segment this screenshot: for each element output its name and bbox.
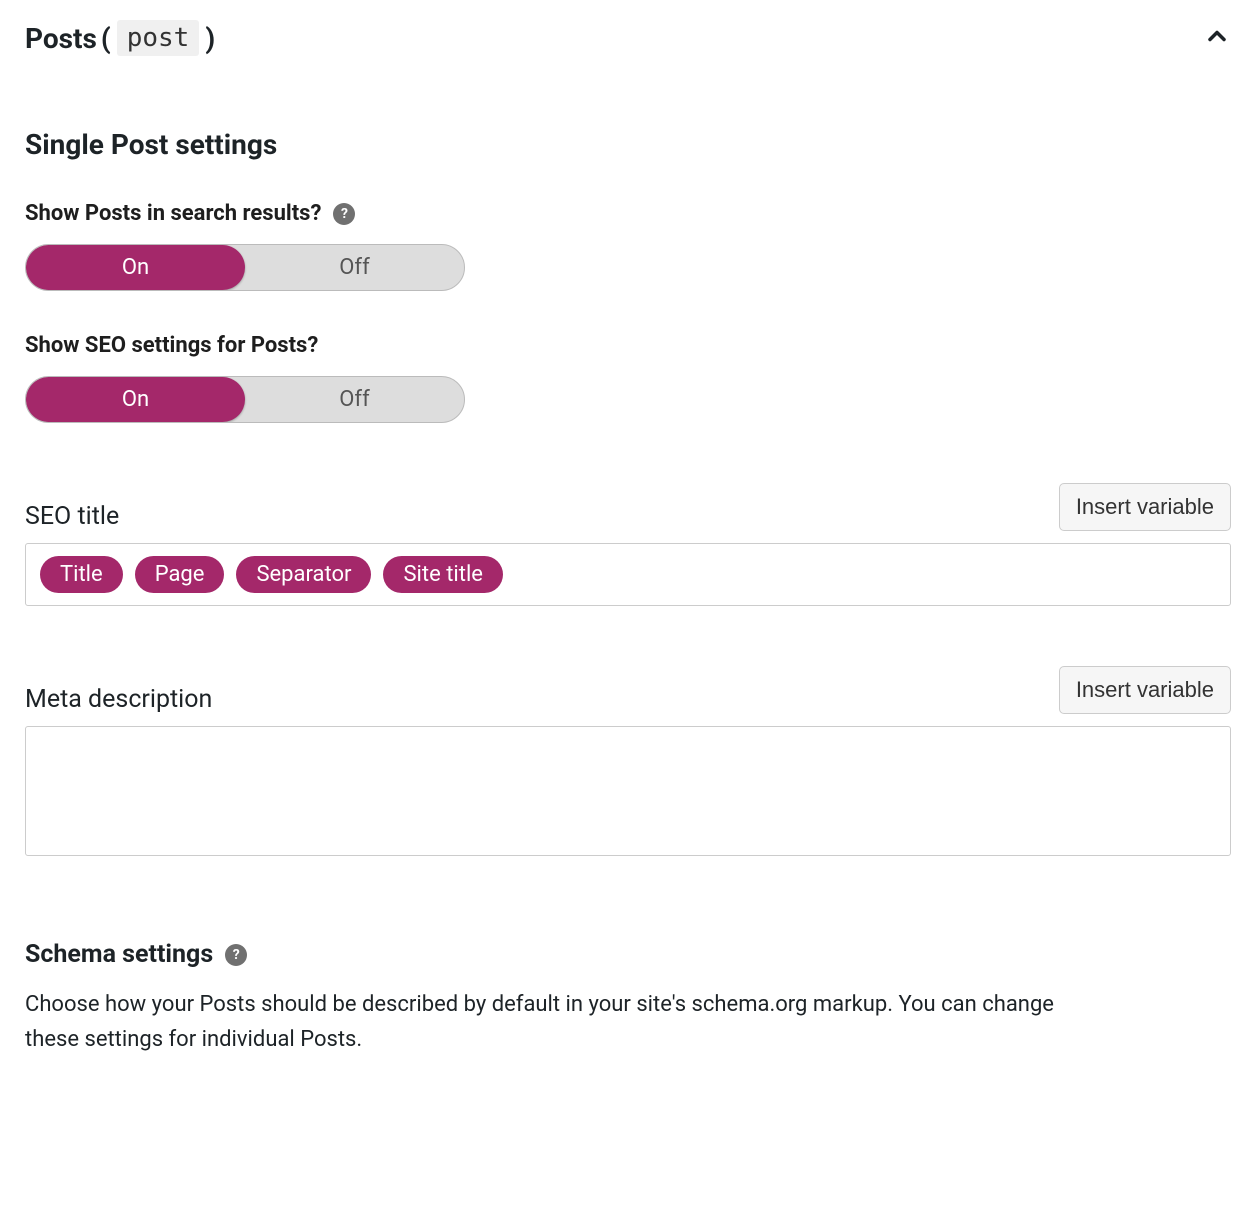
- seo-title-label: SEO title: [25, 502, 119, 531]
- variable-pill-title[interactable]: Title: [40, 556, 123, 593]
- variable-pill-page[interactable]: Page: [135, 556, 225, 593]
- show-seo-settings-toggle[interactable]: On Off: [25, 376, 465, 423]
- insert-variable-button[interactable]: Insert variable: [1059, 483, 1231, 531]
- meta-description-input[interactable]: [25, 726, 1231, 856]
- title-prefix: Posts: [25, 22, 97, 55]
- seo-title-row: SEO title Insert variable: [25, 483, 1231, 531]
- help-icon[interactable]: ?: [333, 203, 355, 225]
- schema-heading-text: Schema settings: [25, 940, 213, 969]
- seo-title-group: SEO title Insert variable Title Page Sep…: [25, 483, 1231, 606]
- chevron-up-icon: [1203, 35, 1231, 54]
- collapse-toggle[interactable]: [1203, 22, 1231, 54]
- paren-close: ): [205, 22, 215, 55]
- meta-description-row: Meta description Insert variable: [25, 666, 1231, 714]
- variable-pill-site-title[interactable]: Site title: [383, 556, 503, 593]
- toggle-on[interactable]: On: [26, 245, 245, 290]
- show-seo-settings-label: Show SEO settings for Posts?: [25, 333, 318, 358]
- meta-description-label: Meta description: [25, 685, 212, 714]
- section-header: Posts ( post ): [25, 20, 1231, 56]
- toggle-off[interactable]: Off: [245, 245, 464, 290]
- help-icon[interactable]: ?: [225, 944, 247, 966]
- show-in-search-label: Show Posts in search results?: [25, 201, 321, 226]
- schema-section: Schema settings ? Choose how your Posts …: [25, 940, 1231, 1057]
- setting-label: Show SEO settings for Posts?: [25, 333, 1231, 358]
- show-in-search-toggle[interactable]: On Off: [25, 244, 465, 291]
- toggle-on[interactable]: On: [26, 377, 245, 422]
- toggle-off[interactable]: Off: [245, 377, 464, 422]
- meta-description-group: Meta description Insert variable: [25, 666, 1231, 856]
- post-type-code: post: [117, 20, 200, 56]
- single-post-heading: Single Post settings: [25, 128, 1231, 161]
- show-in-search-setting: Show Posts in search results? ? On Off: [25, 201, 1231, 291]
- seo-title-input[interactable]: Title Page Separator Site title: [25, 543, 1231, 606]
- setting-label: Show Posts in search results? ?: [25, 201, 1231, 226]
- show-seo-settings-setting: Show SEO settings for Posts? On Off: [25, 333, 1231, 423]
- schema-heading: Schema settings ?: [25, 940, 1231, 969]
- schema-description: Choose how your Posts should be describe…: [25, 987, 1075, 1057]
- paren-open: (: [101, 22, 111, 55]
- section-title: Posts ( post ): [25, 20, 215, 56]
- insert-variable-button[interactable]: Insert variable: [1059, 666, 1231, 714]
- variable-pill-separator[interactable]: Separator: [236, 556, 371, 593]
